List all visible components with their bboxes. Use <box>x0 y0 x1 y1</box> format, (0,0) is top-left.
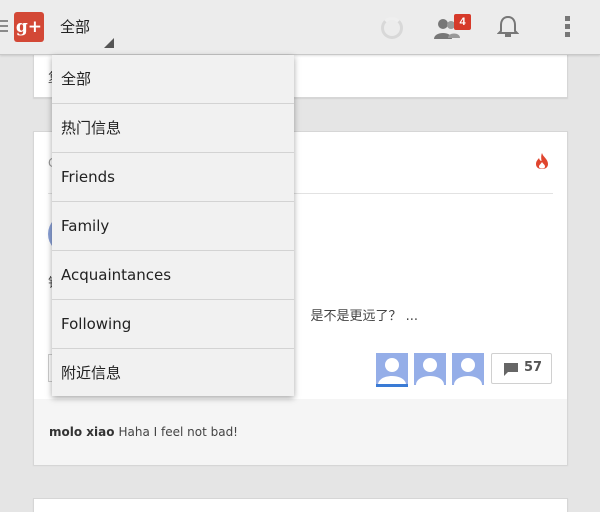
comment-count: 57 <box>524 360 543 375</box>
menu-item-following[interactable]: Following <box>52 300 294 349</box>
overflow-menu-icon[interactable] <box>565 16 571 40</box>
menu-item-family[interactable]: Family <box>52 202 294 251</box>
stream-selector-label: 全部 <box>60 18 91 36</box>
avatar[interactable] <box>452 353 484 385</box>
dropdown-triangle-icon <box>104 38 114 48</box>
menu-drawer-icon[interactable] <box>0 20 8 35</box>
comment-text: Haha I feel not bad! <box>118 425 238 439</box>
menu-item-whats-hot[interactable]: 热门信息 <box>52 104 294 153</box>
notification-count-badge: 4 <box>454 14 471 30</box>
menu-item-nearby[interactable]: 附近信息 <box>52 349 294 398</box>
menu-item-friends[interactable]: Friends <box>52 153 294 202</box>
avatar[interactable] <box>414 353 446 385</box>
post-text-content: 是不是更远了？ ... <box>310 309 418 324</box>
post-card[interactable] <box>33 498 568 512</box>
latest-comment[interactable]: molo xiao Haha I feel not bad! <box>34 399 567 465</box>
stream-dropdown-menu: 全部 热门信息 Friends Family Acquaintances Fol… <box>52 55 294 396</box>
hot-flame-icon <box>534 152 550 174</box>
comment-icon <box>504 363 518 376</box>
stream-selector[interactable]: 全部 <box>60 14 116 50</box>
action-bar: g+ 全部 4 <box>0 0 600 55</box>
comments-button[interactable]: 57 <box>491 353 552 384</box>
avatar[interactable] <box>376 353 408 387</box>
spinner-icon <box>381 17 403 39</box>
notifications-people-button[interactable]: 4 <box>434 14 474 44</box>
bell-icon[interactable] <box>496 15 520 43</box>
comment-author: molo xiao <box>49 425 115 439</box>
menu-item-all[interactable]: 全部 <box>52 55 294 104</box>
menu-item-acquaintances[interactable]: Acquaintances <box>52 251 294 300</box>
google-plus-logo[interactable]: g+ <box>14 12 44 42</box>
